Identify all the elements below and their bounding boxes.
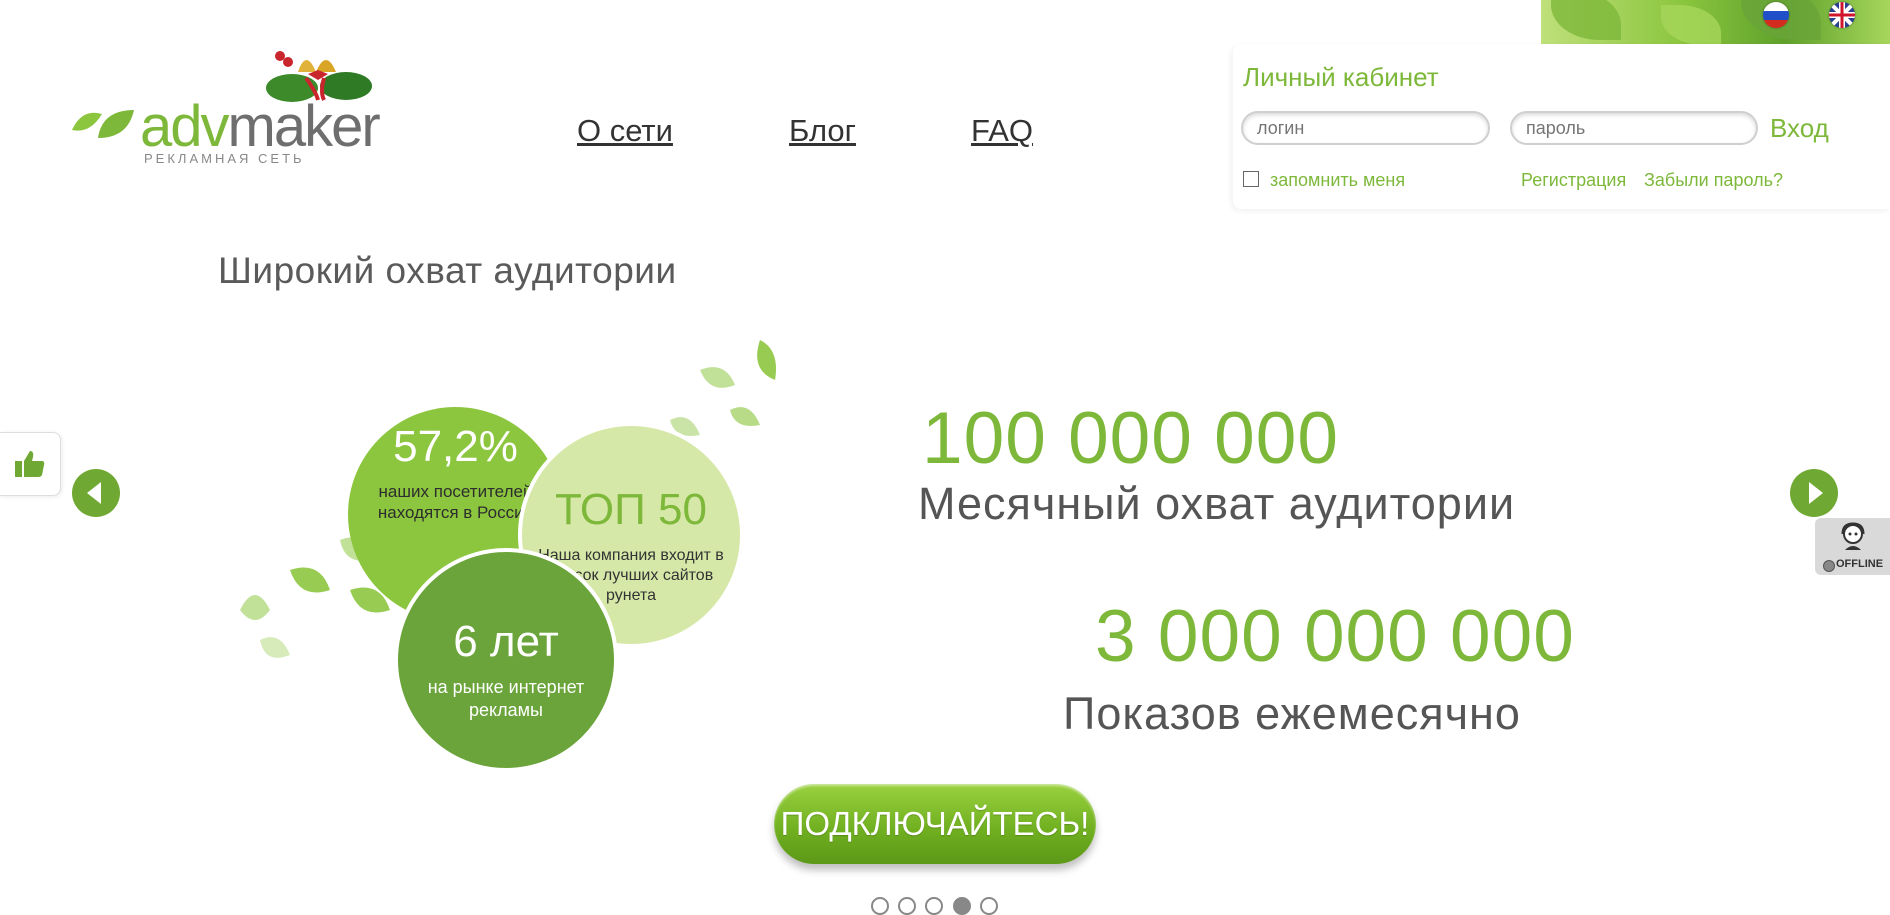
logo-subtitle: РЕКЛАМНАЯ СЕТЬ [144, 151, 305, 166]
stat-value-audience: 100 000 000 [922, 398, 1339, 479]
stat-circle-years: 6 лет на рынке интернет рекламы [394, 548, 618, 772]
stat-label-audience: Месячный охват аудитории [918, 478, 1516, 529]
slider-dot-3[interactable] [925, 897, 943, 915]
stat-label-impressions: Показов ежемесячно [1063, 688, 1521, 739]
russian-flag-icon[interactable] [1763, 2, 1789, 28]
stat-circle-value: 6 лет [453, 617, 559, 666]
login-title: Личный кабинет [1243, 62, 1439, 92]
offline-status-label: OFFLINE [1836, 558, 1884, 570]
stat-circle-value: ТОП 50 [555, 485, 707, 534]
slide-heading: Широкий охват аудитории [218, 250, 677, 291]
remember-me-label[interactable]: запомнить меня [1270, 170, 1405, 191]
stat-circle-value: 57,2% [393, 422, 518, 471]
status-indicator [1823, 560, 1835, 572]
thumbs-up-icon [15, 451, 45, 477]
register-link[interactable]: Регистрация [1521, 170, 1626, 191]
login-input[interactable] [1241, 111, 1490, 145]
slider-next-button[interactable] [1790, 469, 1838, 517]
forgot-password-link[interactable]: Забыли пароль? [1644, 170, 1783, 191]
like-widget[interactable] [0, 432, 61, 496]
connect-cta-button[interactable]: ПОДКЛЮЧАЙТЕСЬ! [774, 784, 1096, 864]
slider-dot-2[interactable] [898, 897, 916, 915]
support-agent-icon [1841, 522, 1865, 550]
stat-circle-text: на рынке интернет рекламы [427, 677, 585, 720]
logo-wordmark: advmaker [140, 94, 381, 159]
leaf-icon [72, 110, 134, 138]
login-submit-button[interactable]: Вход [1770, 113, 1829, 144]
slider-dot-1[interactable] [871, 897, 889, 915]
slider-prev-button[interactable] [72, 469, 120, 517]
nav-link-blog[interactable]: Блог [789, 113, 856, 149]
nav-link-faq[interactable]: FAQ [971, 113, 1033, 149]
nav-link-about[interactable]: О сети [577, 113, 673, 149]
header-leaf-decoration [1541, 0, 1890, 44]
arrow-left-icon [87, 482, 101, 504]
english-flag-icon[interactable] [1829, 2, 1855, 28]
slider-dot-5[interactable] [980, 897, 998, 915]
site-logo[interactable]: advmaker РЕКЛАМНАЯ СЕТЬ [68, 44, 408, 169]
slider-dot-4[interactable] [953, 897, 971, 915]
arrow-right-icon [1809, 482, 1823, 504]
remember-me-checkbox[interactable] [1243, 171, 1259, 187]
password-input[interactable] [1510, 111, 1758, 145]
stat-value-impressions: 3 000 000 000 [1095, 596, 1575, 677]
